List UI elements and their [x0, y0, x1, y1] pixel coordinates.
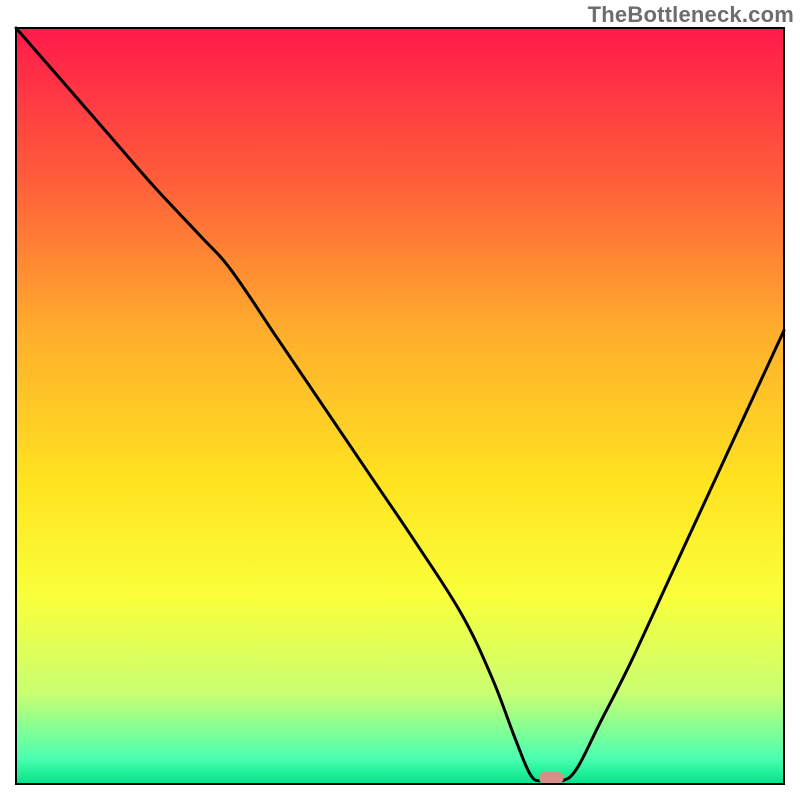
bottleneck-chart: TheBottleneck.com	[0, 0, 800, 800]
optimum-pill	[539, 772, 564, 784]
gradient-background	[16, 28, 784, 784]
watermark-text: TheBottleneck.com	[588, 2, 794, 28]
chart-plot-area	[0, 0, 800, 800]
